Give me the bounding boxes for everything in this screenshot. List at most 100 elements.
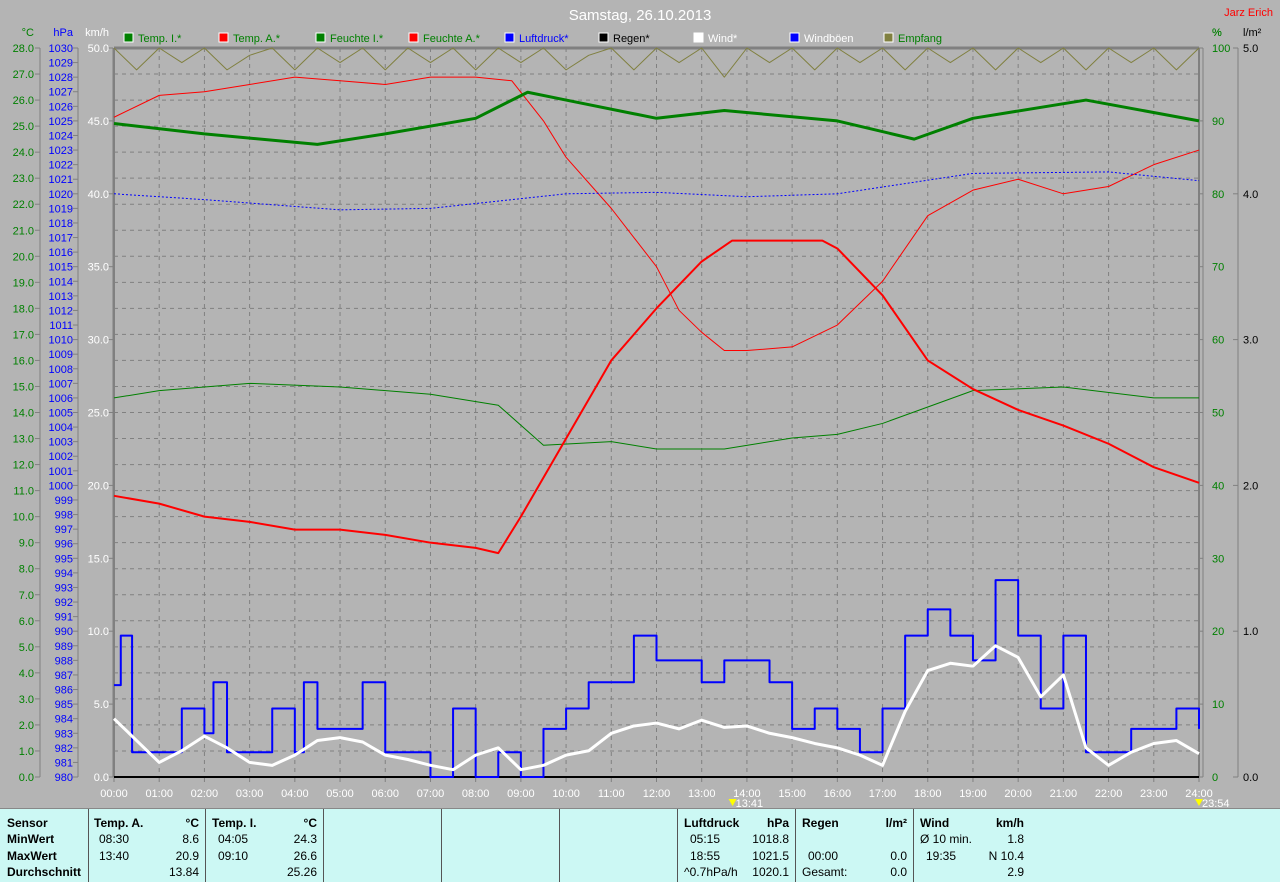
axis-tick-label: 998: [55, 510, 73, 522]
axis-tick-label: 5.0: [1243, 43, 1258, 55]
axis-tick-label: 10.0: [13, 512, 34, 524]
value: 2.9: [1007, 865, 1024, 879]
axis-unit-wind: km/h: [85, 27, 109, 39]
axis-tick-label: 990: [55, 626, 73, 638]
axis-tick-label: 983: [55, 728, 73, 740]
axis-unit-temp: °C: [22, 27, 34, 39]
unit: l/m²: [885, 816, 907, 830]
axis-tick-label: 1028: [49, 72, 73, 84]
x-tick-label: 13:00: [688, 788, 716, 800]
legend-swatch: [693, 32, 704, 43]
legend-label: Empfang: [898, 33, 942, 45]
axis-tick-label: 1002: [49, 451, 73, 463]
axis-tick-label: 994: [55, 568, 73, 580]
label: Gesamt:: [802, 865, 848, 879]
axis-tick-label: 1007: [49, 378, 73, 390]
header: Regen: [802, 816, 839, 830]
axis-tick-label: 1019: [49, 203, 73, 215]
axis-tick-label: 995: [55, 553, 73, 565]
value: 24.3: [293, 832, 317, 846]
label: MaxWert: [7, 849, 57, 863]
legend-label: Feuchte A.*: [423, 33, 481, 45]
value: 0.0: [890, 849, 907, 863]
axis-tick-label: 20.0: [13, 251, 34, 263]
legend-swatch: [408, 32, 419, 43]
time: 00:00: [808, 849, 839, 863]
label: Durchschnitt: [7, 865, 82, 879]
col-pressure: Luftdruck hPa 05:15 1018.8 18:55 1021.5 …: [678, 809, 796, 882]
value: 13.84: [168, 865, 199, 879]
axis-tick-label: 50.0: [88, 43, 109, 55]
axis-tick-label: 3.0: [1243, 335, 1258, 347]
col-sensor: Sensor MinWert MaxWert Durchschnitt: [0, 809, 89, 882]
x-tick-label: 18:00: [914, 788, 942, 800]
axis-tick-label: 19.0: [13, 277, 34, 289]
axis-tick-label: 1001: [49, 466, 73, 478]
legend-swatch: [883, 32, 894, 43]
time: 19:35: [926, 849, 957, 863]
legend-swatch: [123, 32, 134, 43]
unit: °C: [185, 816, 199, 830]
stats-table: Sensor MinWert MaxWert Durchschnitt Temp…: [0, 808, 1280, 882]
time: 13:40: [99, 849, 130, 863]
axis-tick-label: 1.0: [19, 746, 34, 758]
axis-tick-label: 40.0: [88, 189, 109, 201]
axis-tick-label: 20.0: [88, 480, 109, 492]
sun-marker-time: 23:54: [1202, 798, 1230, 808]
axis-tick-label: 1020: [49, 189, 73, 201]
x-tick-label: 08:00: [462, 788, 490, 800]
axis-tick-label: 80: [1212, 189, 1224, 201]
axis-tick-label: 4.0: [1243, 189, 1258, 201]
x-tick-label: 02:00: [191, 788, 219, 800]
col-wind: Wind km/h Ø 10 min. 1.8 19:35 N 10.4 2.9: [914, 809, 1032, 882]
axis-tick-label: 1023: [49, 145, 73, 157]
x-tick-label: 21:00: [1050, 788, 1078, 800]
axis-tick-label: 15.0: [88, 553, 109, 565]
axis-tick-label: 1009: [49, 349, 73, 361]
legend-label: Wind*: [708, 33, 738, 45]
axis-tick-label: 45.0: [88, 116, 109, 128]
x-tick-label: 19:00: [959, 788, 987, 800]
axis-tick-label: 982: [55, 743, 73, 755]
axis-tick-label: 23.0: [13, 173, 34, 185]
sun-marker-time: 13:41: [736, 798, 764, 808]
axis-tick-label: 1010: [49, 335, 73, 347]
axis-tick-label: 1030: [49, 43, 73, 55]
axis-tick-label: 14.0: [13, 408, 34, 420]
time: 05:15: [690, 832, 721, 846]
axis-tick-label: 1012: [49, 305, 73, 317]
axis-tick-label: 27.0: [13, 69, 34, 81]
axis-tick-label: 8.0: [19, 564, 34, 576]
axis-unit-rain: l/m²: [1243, 27, 1262, 39]
axis-tick-label: 1022: [49, 160, 73, 172]
axis-tick-label: 1021: [49, 174, 73, 186]
axis-tick-label: 13.0: [13, 434, 34, 446]
axis-tick-label: 24.0: [13, 147, 34, 159]
col-temp-a: Temp. A. °C 08:30 8.6 13:40 20.9 13.84: [89, 809, 206, 882]
value: N 10.4: [988, 849, 1024, 863]
axis-tick-label: 4.0: [19, 668, 34, 680]
axis-tick-label: 1003: [49, 437, 73, 449]
axis-tick-label: 992: [55, 597, 73, 609]
value: 1021.5: [752, 849, 789, 863]
col-empty: [560, 809, 678, 882]
axis-tick-label: 30: [1212, 553, 1224, 565]
axis-tick-label: 60: [1212, 335, 1224, 347]
axis-tick-label: 1014: [49, 276, 73, 288]
value: 8.6: [182, 832, 199, 846]
axis-tick-label: 11.0: [13, 486, 34, 498]
axis-tick-label: 0.0: [1243, 772, 1258, 784]
label: Sensor: [7, 816, 48, 830]
axis-tick-label: 10: [1212, 699, 1224, 711]
axis-tick-label: 1029: [49, 58, 73, 70]
value: 0.0: [890, 865, 907, 879]
x-tick-label: 05:00: [326, 788, 354, 800]
axis-tick-label: 21.0: [13, 225, 34, 237]
axis-tick-label: 3.0: [19, 694, 34, 706]
time: 18:55: [690, 849, 721, 863]
axis-tick-label: 1011: [49, 320, 73, 332]
trend: ^0.7hPa/h: [684, 865, 738, 879]
header: Temp. A.: [94, 816, 144, 830]
axis-tick-label: 1006: [49, 393, 73, 405]
axis-tick-label: 987: [55, 670, 73, 682]
